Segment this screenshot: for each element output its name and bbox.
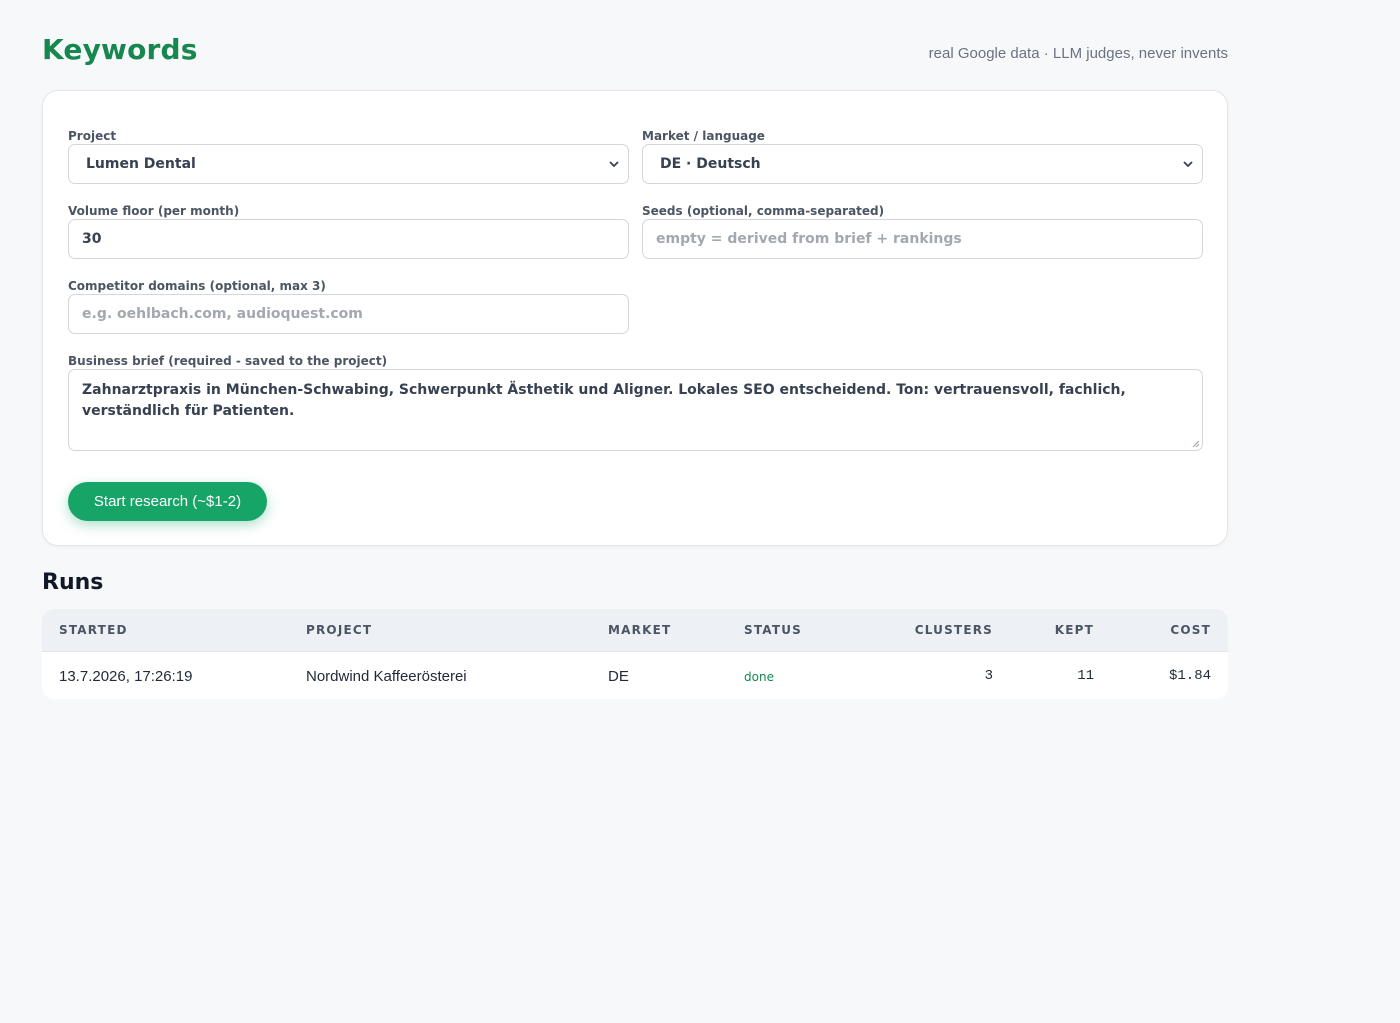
brief-label: Business brief (required - saved to the … (68, 354, 388, 368)
competitors-input[interactable]: e.g. oehlbach.com, audioquest.com (68, 294, 629, 334)
market-label: Market / language (642, 129, 765, 143)
seeds-label: Seeds (optional, comma-separated) (642, 204, 885, 218)
cell-project: Nordwind Kaffeerösterei (306, 668, 467, 685)
cell-market: DE (608, 668, 629, 685)
status-badge: done (744, 670, 774, 684)
volume-floor-label: Volume floor (per month) (68, 204, 240, 218)
seeds-input[interactable]: empty = derived from brief + rankings (642, 219, 1203, 259)
chevron-down-icon (1183, 161, 1193, 168)
market-select[interactable]: DE · Deutsch (642, 144, 1203, 184)
volume-floor-value: 30 (82, 231, 102, 247)
column-header-project: PROJECT (306, 623, 373, 637)
research-form-card: Project Lumen Dental Market / language D… (42, 90, 1228, 546)
column-header-kept: KEPT (1054, 623, 1094, 637)
market-select-value: DE · Deutsch (660, 156, 761, 172)
volume-floor-input[interactable]: 30 (68, 219, 629, 259)
brief-textarea[interactable]: Zahnarztpraxis in München-Schwabing, Sch… (68, 369, 1203, 451)
chevron-down-icon (609, 161, 619, 168)
column-header-started: STARTED (59, 623, 128, 637)
start-research-button[interactable]: Start research (~$1-2) (68, 482, 267, 521)
cell-kept: 11 (1077, 668, 1094, 684)
runs-table-header: STARTED PROJECT MARKET STATUS CLUSTERS K… (42, 609, 1228, 652)
column-header-market: MARKET (608, 623, 672, 637)
column-header-cost: COST (1170, 623, 1211, 637)
runs-table: STARTED PROJECT MARKET STATUS CLUSTERS K… (42, 609, 1228, 699)
column-header-clusters: CLUSTERS (914, 623, 993, 637)
cell-clusters: 3 (984, 668, 993, 684)
project-select-value: Lumen Dental (86, 156, 196, 172)
page-title: Keywords (42, 33, 198, 66)
page-tagline: real Google data · LLM judges, never inv… (928, 45, 1228, 62)
project-label: Project (68, 129, 117, 143)
project-select[interactable]: Lumen Dental (68, 144, 629, 184)
runs-title: Runs (42, 570, 104, 595)
cell-cost: $1.84 (1168, 668, 1211, 684)
resize-handle-icon[interactable] (1191, 439, 1200, 448)
brief-value: Zahnarztpraxis in München-Schwabing, Sch… (82, 382, 1126, 419)
competitors-label: Competitor domains (optional, max 3) (68, 279, 326, 293)
cell-started: 13.7.2026, 17:26:19 (59, 668, 193, 685)
competitors-placeholder: e.g. oehlbach.com, audioquest.com (82, 306, 363, 322)
page-header: Keywords real Google data · LLM judges, … (42, 0, 1228, 90)
seeds-placeholder: empty = derived from brief + rankings (656, 231, 962, 247)
keywords-page: Keywords real Google data · LLM judges, … (42, 0, 1228, 699)
column-header-status: STATUS (744, 623, 803, 637)
